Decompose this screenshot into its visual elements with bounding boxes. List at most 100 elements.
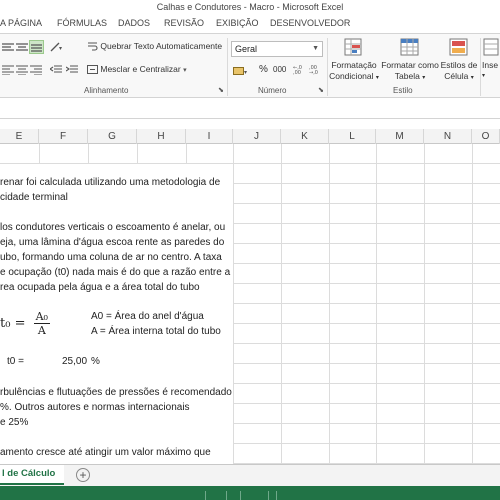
formula-bar-gap: [0, 119, 500, 129]
svg-text:→,0: →,0: [309, 70, 318, 75]
column-header-e[interactable]: E: [0, 129, 39, 144]
cell-styles-label-2: Célula: [444, 71, 469, 81]
ribbon-separator: [480, 38, 481, 96]
tab-formulas[interactable]: FÓRMULAS: [57, 18, 107, 28]
orientation-icon[interactable]: ▾: [50, 41, 68, 52]
number-format-dropdown[interactable]: Geral ▼: [231, 41, 323, 57]
merge-center-label: Mesclar e Centralizar: [100, 64, 181, 74]
gridline: [281, 144, 282, 464]
number-format-value: Geral: [235, 44, 258, 54]
column-header-j[interactable]: J: [233, 129, 281, 144]
currency-format-icon[interactable]: ▾: [233, 65, 249, 76]
status-divider: [268, 491, 269, 500]
align-right-icon[interactable]: [30, 64, 42, 75]
number-launcher-icon[interactable]: ⬊: [318, 86, 324, 94]
align-top-icon[interactable]: [2, 42, 14, 53]
align-middle-icon[interactable]: [16, 42, 28, 53]
gridline: [376, 144, 377, 464]
occupancy-formula: t₀ = A₀ A: [0, 310, 50, 337]
gridline: [329, 144, 330, 464]
ribbon-tabs: A PÁGINA FÓRMULAS DADOS REVISÃO EXIBIÇÃO…: [0, 14, 500, 34]
status-divider: [226, 491, 227, 500]
text-line: ubo, formando uma coluna de ar no centro…: [0, 252, 222, 263]
tab-review[interactable]: REVISÃO: [164, 18, 204, 28]
group-style-label: Estilo: [393, 86, 413, 95]
merge-center-button[interactable]: Mesclar e Centralizar ▾: [87, 64, 187, 75]
gridline: [424, 144, 425, 464]
cell-styles-button[interactable]: Estilos de Célula ▾: [440, 38, 478, 84]
status-divider: [205, 491, 206, 500]
conditional-format-button[interactable]: Formatação Condicional ▾: [328, 38, 380, 84]
column-header-m[interactable]: M: [376, 129, 424, 144]
conditional-format-icon: [343, 38, 365, 58]
table-icon: [399, 38, 421, 58]
chevron-down-icon: ▼: [312, 45, 319, 52]
gridline: [472, 144, 473, 464]
cell-styles-icon: [448, 38, 470, 58]
wrap-text-label: Quebrar Texto Automaticamente: [100, 41, 223, 51]
cell-styles-label: Estilos de: [440, 60, 478, 70]
tab-page-layout[interactable]: A PÁGINA: [0, 18, 42, 28]
sheet-tab-bar: l de Cálculo +: [0, 464, 500, 486]
definition-a: A = Área interna total do tubo: [91, 326, 221, 337]
ribbon: ▾ Quebrar Texto Automaticamente Mesclar …: [0, 34, 500, 98]
text-line: e 25%: [0, 417, 29, 428]
text-line: amento cresce até atingir um valor máxim…: [0, 447, 211, 458]
align-bottom-icon[interactable]: [29, 40, 44, 54]
column-header-o[interactable]: O: [472, 129, 500, 144]
format-table-label: Formatar como: [381, 60, 439, 70]
insert-cells-icon: [482, 38, 500, 58]
align-center-icon[interactable]: [16, 64, 28, 75]
gridline: [233, 144, 234, 464]
column-header-l[interactable]: L: [329, 129, 376, 144]
group-alignment-label: Alinhamento: [84, 86, 129, 95]
comma-style-button[interactable]: 000: [273, 65, 286, 74]
column-header-n[interactable]: N: [424, 129, 472, 144]
conditional-format-label-2: Condicional: [329, 71, 374, 81]
column-header-g[interactable]: G: [88, 129, 137, 144]
column-header-h[interactable]: H: [137, 129, 186, 144]
tab-view[interactable]: EXIBIÇÃO: [216, 18, 259, 28]
group-number-label: Número: [258, 86, 287, 95]
status-bar: [0, 486, 500, 500]
svg-text:,00: ,00: [293, 70, 301, 75]
text-line: cidade terminal: [0, 192, 68, 203]
tab-developer[interactable]: DESENVOLVEDOR: [270, 18, 350, 28]
conditional-format-label: Formatação: [331, 60, 377, 70]
svg-text:▾: ▾: [244, 69, 247, 76]
svg-text:▾: ▾: [59, 45, 62, 52]
text-line: eja, uma lâmina d'água escoa rente as pa…: [0, 237, 225, 248]
percent-style-button[interactable]: %: [259, 64, 268, 75]
column-header-k[interactable]: K: [281, 129, 329, 144]
column-header-f[interactable]: F: [39, 129, 88, 144]
formula-denominator: A: [37, 324, 46, 337]
increase-indent-icon[interactable]: [66, 64, 78, 75]
text-line: rbulências e flutuações de pressões é re…: [0, 387, 232, 398]
ribbon-separator: [227, 38, 228, 96]
column-headers: E F G H I J K L M N O: [0, 129, 500, 144]
align-left-icon[interactable]: [2, 64, 14, 75]
text-line: %. Outros autores e normas internacionai…: [0, 402, 190, 413]
t0-unit: %: [91, 356, 100, 367]
format-as-table-button[interactable]: Formatar como Tabela ▾: [381, 38, 439, 84]
t0-label: t0 =: [7, 356, 24, 367]
text-line: rea ocupada pela água e a área total do …: [0, 282, 200, 293]
insert-cells-button[interactable]: Inse ▾: [482, 38, 500, 82]
decrease-indent-icon[interactable]: [50, 64, 62, 75]
alignment-launcher-icon[interactable]: ⬊: [218, 86, 224, 94]
column-header-i[interactable]: I: [186, 129, 233, 144]
window-title: Calhas e Condutores - Macro - Microsoft …: [0, 0, 500, 14]
decrease-decimal-icon[interactable]: ,00 →,0: [309, 64, 322, 75]
wrap-text-button[interactable]: Quebrar Texto Automaticamente: [87, 41, 222, 52]
add-sheet-icon[interactable]: +: [76, 468, 90, 482]
formula-numerator: A₀: [33, 310, 50, 324]
text-line: los condutores verticais o escoamento é …: [0, 222, 226, 233]
increase-decimal-icon[interactable]: ←,0,00: [293, 64, 306, 75]
formula-bar[interactable]: [0, 99, 500, 119]
worksheet-grid[interactable]: renar foi calculada utilizando uma metod…: [0, 144, 500, 464]
text-line: e ocupação (t0) nada mais é do que a raz…: [0, 267, 231, 278]
t0-value[interactable]: 25,00: [62, 356, 87, 367]
tab-data[interactable]: DADOS: [118, 18, 150, 28]
formula-lhs: t₀ =: [0, 316, 26, 331]
sheet-tab-calculo[interactable]: l de Cálculo: [0, 465, 64, 485]
